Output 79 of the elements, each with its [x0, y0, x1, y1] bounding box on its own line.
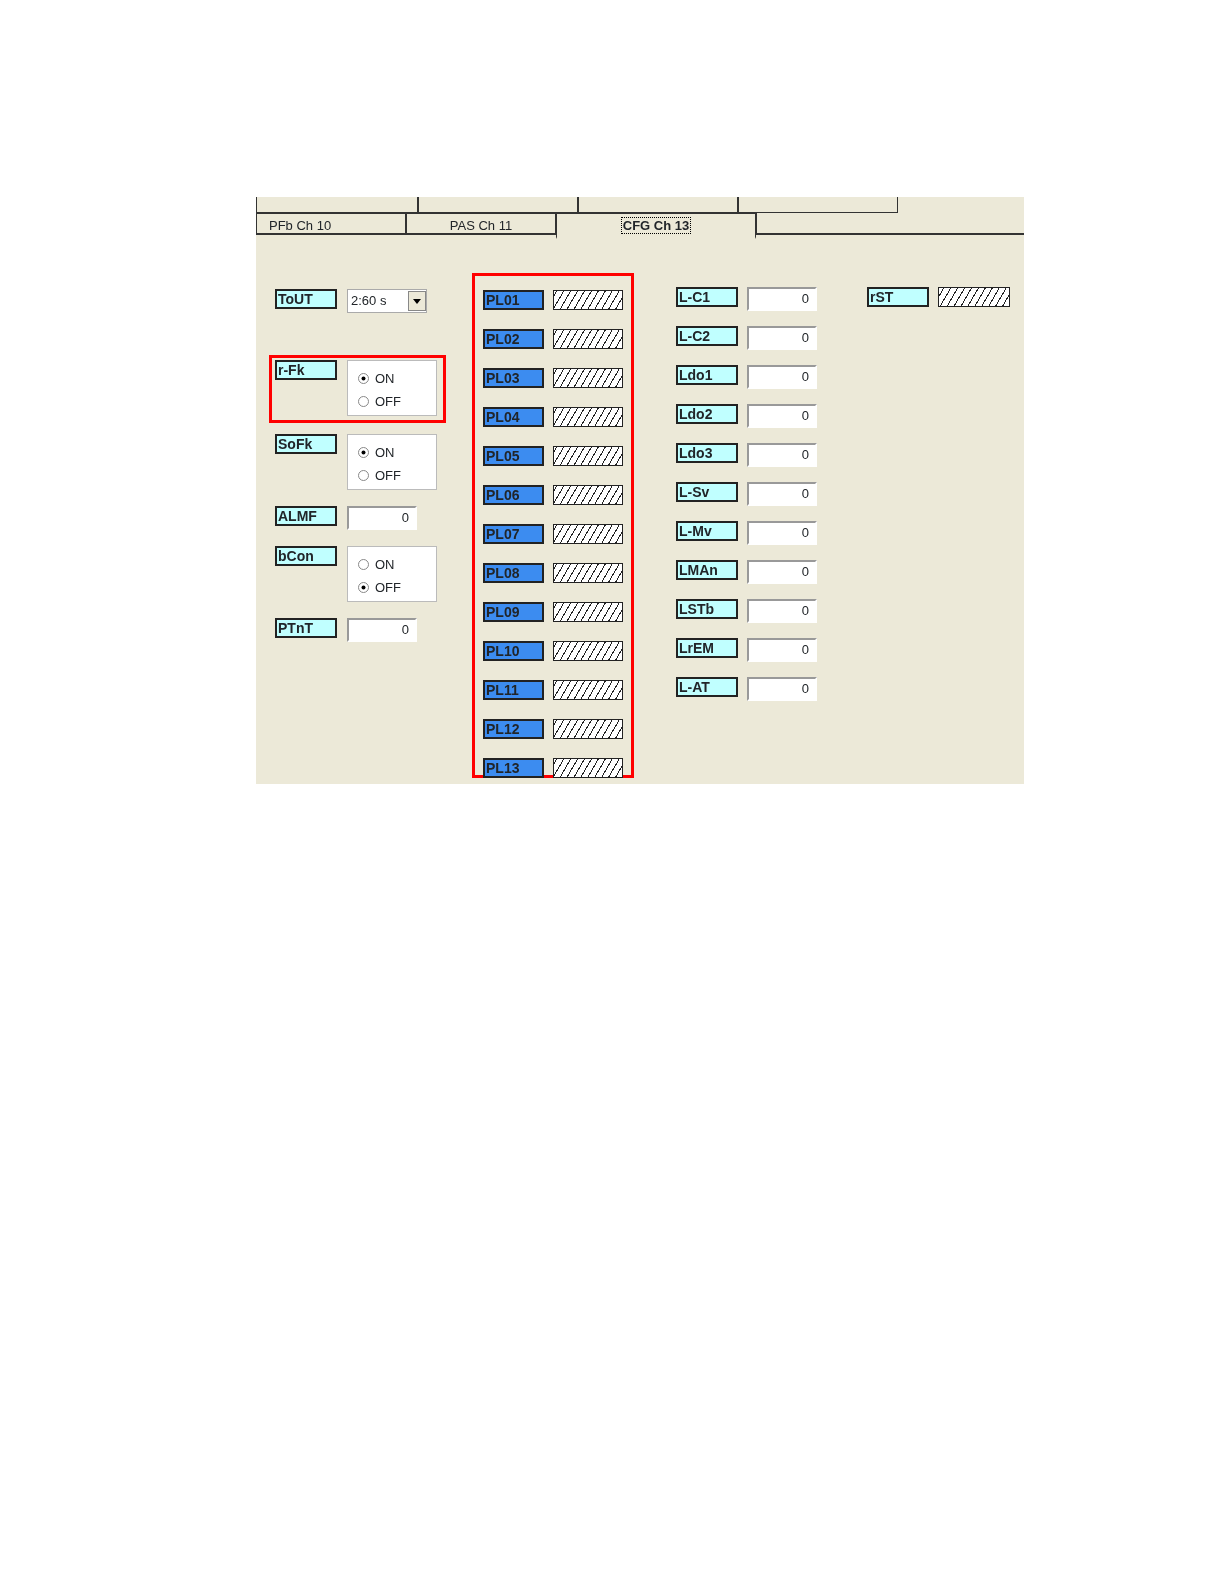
radio-checked-icon[interactable]	[358, 447, 369, 458]
number-field[interactable]: 0	[747, 326, 817, 350]
parameter-label: r-Fk	[275, 360, 337, 380]
parameter-label: PL03	[483, 368, 544, 388]
parameter-label: PL09	[483, 602, 544, 622]
number-field[interactable]: 0	[747, 287, 817, 311]
dropdown-field[interactable]: 2:60 s	[347, 289, 427, 313]
parameter-label: PL07	[483, 524, 544, 544]
hatched-field	[552, 407, 623, 427]
hatched-field	[938, 287, 1010, 307]
number-field[interactable]: 0	[347, 618, 417, 642]
radio-icon[interactable]	[358, 470, 369, 481]
radio-label[interactable]: ON	[375, 554, 395, 575]
tab[interactable]: PAS Ch 11	[406, 213, 556, 233]
radio-label[interactable]: OFF	[375, 465, 401, 486]
parameter-label: PL12	[483, 719, 544, 739]
number-field[interactable]: 0	[747, 521, 817, 545]
hatched-field	[552, 758, 623, 778]
parameter-label: PL05	[483, 446, 544, 466]
hatched-field	[552, 563, 623, 583]
parameter-label: ToUT	[275, 289, 337, 309]
parameter-label: L-Mv	[676, 521, 738, 541]
radio-checked-icon[interactable]	[358, 582, 369, 593]
number-field[interactable]: 0	[747, 482, 817, 506]
tab[interactable]	[256, 197, 418, 213]
tab[interactable]	[418, 197, 578, 213]
radio-label[interactable]: OFF	[375, 391, 401, 412]
parameter-label: PL02	[483, 329, 544, 349]
hatched-field	[552, 524, 623, 544]
number-field[interactable]: 0	[747, 677, 817, 701]
parameter-label: LrEM	[676, 638, 738, 658]
parameter-label: PL10	[483, 641, 544, 661]
hatched-field	[552, 602, 623, 622]
parameter-label: PL04	[483, 407, 544, 427]
hatched-field	[552, 368, 623, 388]
parameter-label: PL08	[483, 563, 544, 583]
parameter-label: rST	[867, 287, 929, 307]
parameter-label: LSTb	[676, 599, 738, 619]
radio-checked-icon[interactable]	[358, 373, 369, 384]
hatched-field	[552, 329, 623, 349]
radio-icon[interactable]	[358, 396, 369, 407]
radio-label[interactable]: ON	[375, 442, 395, 463]
number-field[interactable]: 0	[747, 404, 817, 428]
hatched-field	[552, 290, 623, 310]
hatched-field	[552, 680, 623, 700]
hatched-field	[552, 719, 623, 739]
parameter-label: LMAn	[676, 560, 738, 580]
parameter-label: L-C2	[676, 326, 738, 346]
parameter-label: ALMF	[275, 506, 337, 526]
number-field[interactable]: 0	[747, 443, 817, 467]
parameter-label: L-Sv	[676, 482, 738, 502]
parameter-label: PTnT	[275, 618, 337, 638]
parameter-label: PL06	[483, 485, 544, 505]
parameter-label: Ldo2	[676, 404, 738, 424]
parameter-label: Ldo1	[676, 365, 738, 385]
parameter-label: L-AT	[676, 677, 738, 697]
radio-label[interactable]: OFF	[375, 577, 401, 598]
tab[interactable]	[578, 197, 738, 213]
parameter-label: PL11	[483, 680, 544, 700]
number-field[interactable]: 0	[747, 560, 817, 584]
tab[interactable]: CFG Ch 13	[556, 213, 756, 239]
number-field[interactable]: 0	[347, 506, 417, 530]
parameter-label: bCon	[275, 546, 337, 566]
number-field[interactable]: 0	[747, 638, 817, 662]
hatched-field	[552, 446, 623, 466]
parameter-label: SoFk	[275, 434, 337, 454]
hatched-field	[552, 485, 623, 505]
hatched-field	[552, 641, 623, 661]
number-field[interactable]: 0	[747, 365, 817, 389]
tab[interactable]	[738, 197, 898, 213]
parameter-label: Ldo3	[676, 443, 738, 463]
tab[interactable]: PFb Ch 10	[256, 213, 406, 233]
radio-label[interactable]: ON	[375, 368, 395, 389]
dropdown-arrow-icon[interactable]	[413, 298, 421, 304]
number-field[interactable]: 0	[747, 599, 817, 623]
parameter-label: PL01	[483, 290, 544, 310]
radio-icon[interactable]	[358, 559, 369, 570]
parameter-label: PL13	[483, 758, 544, 778]
parameter-label: L-C1	[676, 287, 738, 307]
